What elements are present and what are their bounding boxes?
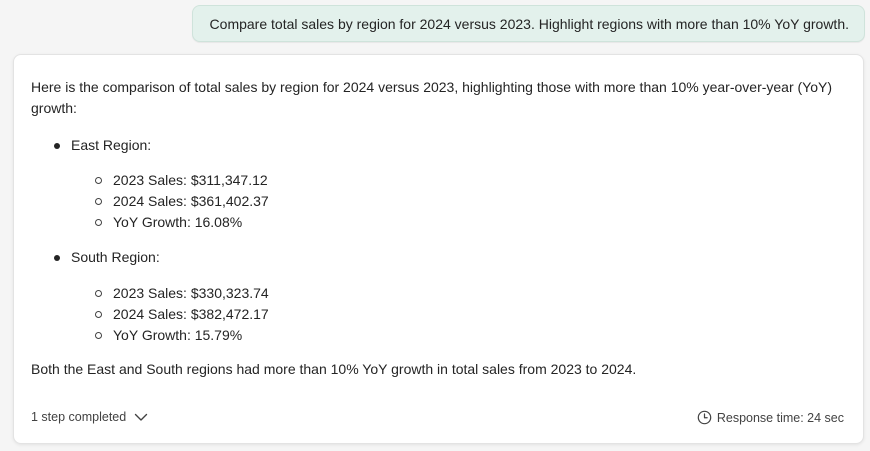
chevron-down-icon (135, 413, 148, 421)
assistant-response-card: Here is the comparison of total sales by… (13, 54, 864, 444)
detail-text: 2023 Sales: $330,323.74 (113, 285, 269, 301)
steps-completed-toggle[interactable]: 1 step completed (31, 410, 148, 424)
sub-bullet-icon (95, 219, 102, 226)
detail-item: 2024 Sales: $361,402.37 (95, 191, 269, 212)
detail-item: YoY Growth: 15.79% (95, 325, 243, 346)
detail-text: 2024 Sales: $361,402.37 (113, 193, 269, 209)
response-summary: Both the East and South regions had more… (31, 361, 637, 377)
region-label: East Region: (71, 137, 152, 153)
detail-item: 2024 Sales: $382,472.17 (95, 304, 269, 325)
response-time-label: Response time: 24 sec (716, 410, 844, 425)
sub-bullet-icon (95, 332, 102, 339)
steps-completed-label: 1 step completed (31, 410, 127, 424)
user-message-row: Compare total sales by region for 2024 v… (191, 5, 865, 42)
detail-text: YoY Growth: 15.79% (113, 327, 243, 343)
sub-bullet-icon (95, 290, 102, 297)
bullet-icon (54, 255, 60, 261)
region-label: South Region: (71, 249, 160, 265)
user-message-text: Compare total sales by region for 2024 v… (209, 15, 849, 32)
sub-bullet-icon (95, 311, 102, 318)
region-item-south: South Region: (54, 247, 160, 268)
bullet-icon (54, 143, 60, 149)
user-message-bubble: Compare total sales by region for 2024 v… (191, 5, 865, 42)
region-item-east: East Region: (54, 135, 152, 156)
detail-text: YoY Growth: 16.08% (113, 214, 243, 230)
detail-text: 2024 Sales: $382,472.17 (113, 306, 269, 322)
response-intro: Here is the comparison of total sales by… (31, 79, 833, 116)
detail-text: 2023 Sales: $311,347.12 (113, 172, 268, 188)
detail-item: 2023 Sales: $311,347.12 (95, 170, 268, 191)
response-time: Response time: 24 sec (697, 410, 844, 425)
detail-item: YoY Growth: 16.08% (95, 212, 243, 233)
detail-item: 2023 Sales: $330,323.74 (95, 283, 269, 304)
sub-bullet-icon (95, 177, 102, 184)
sub-bullet-icon (95, 198, 102, 205)
clock-icon (697, 410, 712, 425)
